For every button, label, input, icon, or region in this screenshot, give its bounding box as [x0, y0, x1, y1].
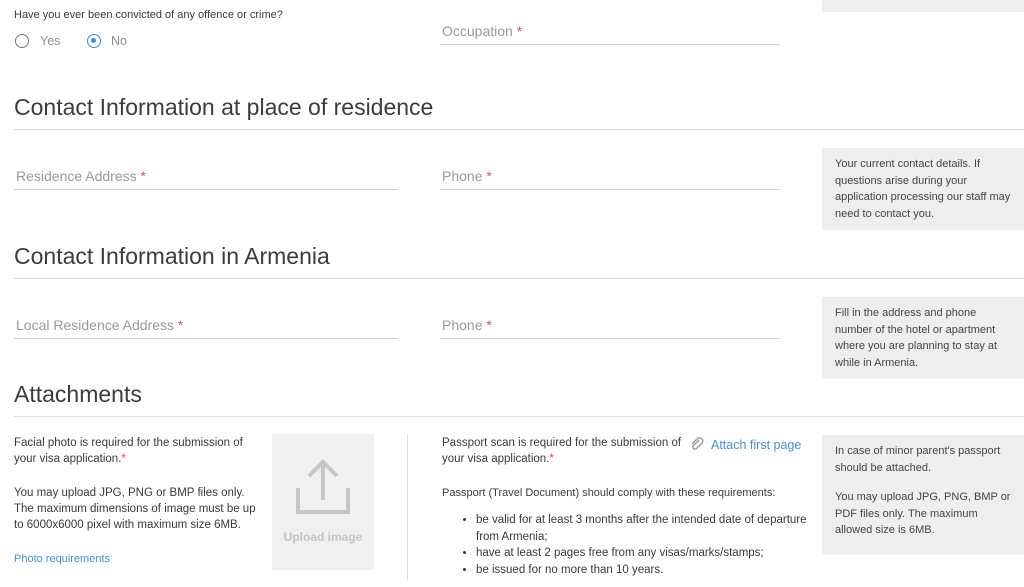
passport-required-text: Passport scan is required for the submis… — [442, 435, 682, 467]
local-phone-required-mark: * — [486, 317, 492, 333]
attachments-note-formats: You may upload JPG, PNG, BMP or PDF file… — [835, 491, 1011, 536]
local-address-placeholder: Local Residence Address — [16, 317, 174, 333]
top-note-box — [822, 0, 1024, 12]
residence-phone-field[interactable]: Phone * — [440, 159, 780, 190]
passport-requirement-item: be issued for no more than 10 years. — [476, 562, 816, 579]
photo-requirements-link[interactable]: Photo requirements — [14, 551, 110, 567]
occupation-required-mark: * — [516, 23, 523, 39]
radio-no-label: No — [111, 34, 127, 48]
upload-icon — [296, 459, 350, 514]
photo-formats-text: You may upload JPG, PNG or BMP files onl… — [14, 487, 256, 531]
photo-required-text: Facial photo is required for the submiss… — [14, 435, 264, 467]
passport-requirement-item: be valid for at least 3 months after the… — [476, 512, 816, 545]
attachments-note-minor: In case of minor parent's passport shoul… — [835, 445, 1001, 474]
attachments-column-divider — [407, 434, 408, 580]
attachments-divider — [14, 416, 1024, 417]
radio-yes[interactable] — [15, 34, 29, 48]
residence-phone-required-mark: * — [486, 168, 492, 184]
residence-heading: Contact Information at place of residenc… — [14, 94, 434, 120]
photo-required-label: Facial photo is required for the submiss… — [14, 437, 243, 465]
paperclip-icon — [691, 437, 704, 450]
local-address-field[interactable]: Local Residence Address * — [14, 308, 398, 339]
armenia-divider — [14, 278, 1024, 279]
local-address-required-mark: * — [177, 317, 184, 333]
radio-yes-label: Yes — [40, 34, 61, 48]
radio-no[interactable] — [87, 34, 101, 48]
passport-required-label: Passport scan is required for the submis… — [442, 437, 682, 465]
armenia-note: Fill in the address and phone number of … — [822, 297, 1024, 379]
local-phone-placeholder: Phone — [442, 317, 483, 333]
passport-comply-text: Passport (Travel Document) should comply… — [442, 487, 776, 499]
residence-phone-placeholder: Phone — [442, 168, 483, 184]
armenia-heading: Contact Information in Armenia — [14, 243, 330, 269]
conviction-question: Have you ever been convicted of any offe… — [14, 9, 283, 21]
attach-first-page-label: Attach first page — [711, 438, 802, 452]
attachments-heading: Attachments — [14, 381, 142, 407]
residence-note: Your current contact details. If questio… — [822, 148, 1024, 230]
local-phone-field[interactable]: Phone * — [440, 308, 780, 339]
passport-requirements-list: be valid for at least 3 months after the… — [456, 512, 816, 578]
passport-required-mark: * — [549, 453, 554, 465]
occupation-placeholder: Occupation — [442, 23, 513, 39]
residence-divider — [14, 129, 1024, 130]
upload-image-label: Upload image — [283, 530, 363, 544]
passport-requirement-item: have at least 2 pages free from any visa… — [476, 545, 816, 562]
photo-required-mark: * — [121, 453, 126, 465]
occupation-field[interactable]: Occupation * — [440, 14, 780, 45]
attachments-note: In case of minor parent's passport shoul… — [822, 435, 1024, 555]
upload-image-button[interactable]: Upload image — [272, 434, 374, 570]
residence-address-required-mark: * — [140, 168, 146, 184]
residence-address-placeholder: Residence Address — [16, 168, 137, 184]
residence-address-field[interactable]: Residence Address * — [14, 159, 398, 190]
